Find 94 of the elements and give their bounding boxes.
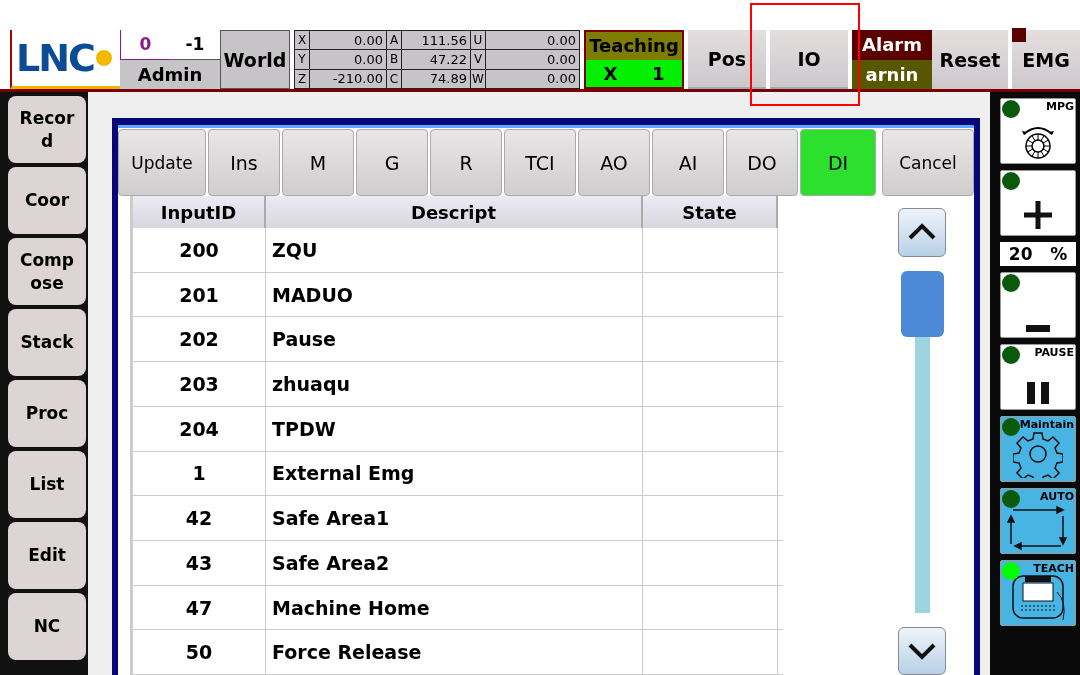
scroll-down-button[interactable] [898, 626, 946, 675]
auto-button[interactable]: AUTO [1000, 488, 1076, 554]
sidebar-button[interactable]: Edit [8, 522, 86, 589]
teach-button[interactable]: TEACH [1000, 560, 1076, 626]
table-cell: 43 [133, 540, 266, 585]
pause-button[interactable]: PAUSE [1000, 344, 1076, 410]
io-tab[interactable]: DO [726, 129, 798, 196]
table-cell: 201 [133, 272, 266, 317]
io-tab[interactable]: G [356, 129, 428, 196]
table-cell: 200 [133, 228, 266, 272]
axis-value: 0.00 [310, 50, 386, 69]
io-tab[interactable]: AI [652, 129, 724, 196]
pause-icon [1025, 380, 1051, 406]
axis-label: U [471, 31, 485, 50]
sidebar-button[interactable]: Record [8, 96, 86, 163]
plus-icon [1021, 198, 1055, 232]
table-cell: Force Release [266, 630, 643, 675]
io-tab[interactable]: Ins [208, 129, 280, 196]
io-tab[interactable]: DI [800, 129, 876, 196]
table-cell: MADUO [266, 272, 643, 317]
table-cell: ZQU [266, 228, 643, 272]
header-button[interactable]: IO [770, 30, 848, 89]
emergency-marker [1012, 28, 1026, 42]
header-button[interactable]: Pos [688, 30, 766, 89]
warning-indicator: arnin [852, 59, 932, 89]
axis-value: 74.89 [402, 69, 470, 88]
sphere-icon [95, 50, 112, 66]
column-header: Descript [266, 196, 643, 229]
io-tab[interactable]: R [430, 129, 502, 196]
table-cell: Pause [266, 317, 643, 362]
table-cell: zhuaqu [266, 362, 643, 406]
sidebar-button[interactable]: List [8, 451, 86, 518]
table-cell: 1 [133, 451, 266, 496]
jog-axis: X [603, 62, 618, 84]
speed-unit: % [1050, 244, 1068, 264]
axis-label: C [387, 69, 401, 88]
jog-step: 1 [652, 62, 665, 84]
axis-value: 0.00 [486, 31, 579, 50]
mpg-button[interactable]: MPG [1000, 98, 1076, 164]
axis-label: Y [295, 50, 309, 69]
column-header: State [643, 196, 778, 229]
table-cell: 47 [133, 585, 266, 630]
minus-button[interactable] [1000, 272, 1076, 338]
sidebar-button[interactable]: NC [8, 593, 86, 660]
minus-icon [1026, 324, 1050, 334]
axis-value: 0.00 [486, 50, 579, 69]
table-cell: 203 [133, 362, 266, 406]
user-group: 0 [120, 30, 170, 60]
table-cell: 204 [133, 406, 266, 451]
table-cell: 50 [133, 630, 266, 675]
column-header: InputID [133, 196, 266, 229]
table-cell: Machine Home [266, 585, 643, 630]
sidebar-button[interactable]: Proc [8, 380, 86, 447]
axis-label: B [387, 50, 401, 69]
io-tab[interactable]: M [282, 129, 354, 196]
chevron-up-icon [907, 223, 937, 242]
table-cell: TPDW [266, 406, 643, 451]
axis-value: 47.22 [402, 50, 470, 69]
cycle-arrows-icon [1007, 504, 1069, 550]
coordinate-system-label: World [220, 30, 290, 89]
plus-button[interactable] [1000, 170, 1076, 236]
axis-value: 0.00 [310, 31, 386, 50]
sidebar-button[interactable]: Stack [8, 309, 86, 376]
speed-value: 20 [1008, 244, 1033, 264]
emergency-button[interactable]: EMG [1012, 30, 1080, 89]
alarm-indicator: Alarm [852, 30, 932, 60]
io-tab[interactable]: TCI [504, 129, 576, 196]
io-tab[interactable]: Update [118, 129, 206, 196]
user-name: Admin [120, 59, 220, 89]
io-tab[interactable]: AO [578, 129, 650, 196]
axis-value: 111.56 [402, 31, 470, 50]
scroll-up-button[interactable] [898, 208, 946, 257]
mode-label: Teaching [586, 32, 682, 60]
logo-text: LNC [16, 36, 94, 80]
gear-icon [1013, 430, 1063, 478]
sidebar-button[interactable]: Coor [8, 167, 86, 234]
sidebar-button[interactable]: Compose [8, 238, 86, 305]
table-cell: Safe Area1 [266, 496, 643, 540]
table-cell: Safe Area2 [266, 540, 643, 585]
reset-button[interactable]: Reset [932, 30, 1008, 89]
axis-label: A [387, 31, 401, 50]
table-cell: External Emg [266, 451, 643, 496]
cancel-button[interactable]: Cancel [882, 129, 974, 196]
scroll-thumb[interactable] [900, 270, 944, 337]
axis-label: V [471, 50, 485, 69]
axis-label: X [295, 31, 309, 50]
chevron-down-icon [907, 641, 937, 660]
axis-value: -210.00 [310, 69, 386, 88]
table-cell: 202 [133, 317, 266, 362]
maintain-button[interactable]: Maintain [1000, 416, 1076, 482]
axis-label: Z [295, 69, 309, 88]
axis-value: 0.00 [486, 69, 579, 88]
table-cell: 42 [133, 496, 266, 540]
axis-label: W [471, 69, 485, 88]
